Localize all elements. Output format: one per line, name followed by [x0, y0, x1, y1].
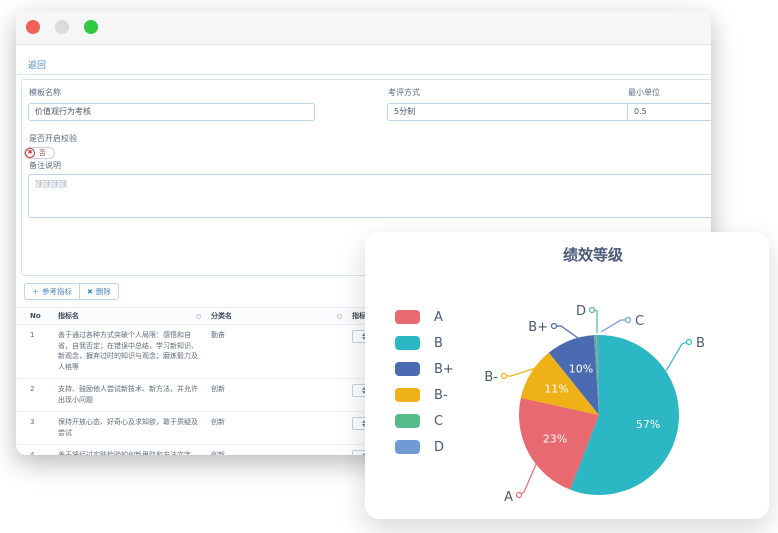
callout-label-D: D	[576, 304, 586, 319]
performance-chart-card: 绩效等级 ABB+B-CD 57%23%11%10%BCDB+B-A	[365, 232, 769, 519]
callout-label-C: C	[635, 314, 644, 329]
plus-icon: ＋	[32, 287, 39, 297]
callout-dot-B-	[502, 374, 507, 379]
row-no: 4	[17, 445, 58, 456]
pie-chart: 57% 23% 11%10% B C D B+ B- A	[365, 232, 769, 519]
callout-line-B+	[556, 326, 578, 338]
maximize-button[interactable]	[84, 20, 98, 34]
add-indicator-button[interactable]: ＋ 参考指标	[24, 283, 80, 300]
template-name-label: 模板名称	[29, 87, 61, 98]
col-header-name[interactable]: 指标名	[58, 308, 211, 325]
add-indicator-label: 参考指标	[42, 286, 72, 297]
min-unit-label: 最小单位	[628, 87, 660, 98]
back-link[interactable]: 返回	[28, 58, 46, 71]
eval-method-label: 考评方式	[388, 87, 420, 98]
row-category: 勤奋	[211, 325, 352, 379]
row-indicator-name: 善于通过各种方式突破个人局限：感悟和自省，自我否定；在错误中总结，学习新知识、新…	[58, 325, 211, 379]
delete-x-icon: ✖	[87, 288, 93, 296]
template-name-input[interactable]: 价值观行为考核	[28, 103, 315, 121]
toggle-state-label: 否	[39, 148, 46, 158]
remark-textarea[interactable]: 顶顶顶顶	[28, 174, 711, 218]
delete-button[interactable]: ✖ 删除	[80, 283, 119, 300]
screenshot-stage: 返回 模板名称 价值观行为考核 考评方式 5分制 最小单位 0.5 是否开启校验…	[0, 0, 778, 533]
row-no: 3	[17, 412, 58, 445]
window-titlebar	[16, 11, 711, 45]
row-no: 2	[17, 379, 58, 412]
callout-line-B	[666, 342, 687, 371]
row-no: 1	[17, 325, 58, 379]
row-category: 创新	[211, 412, 352, 445]
callout-dot-A	[517, 493, 522, 498]
col-header-no: No	[17, 308, 58, 325]
remark-label: 备注说明	[29, 160, 61, 171]
callout-line-D	[595, 310, 597, 333]
close-button[interactable]	[26, 20, 40, 34]
callout-dot-B	[687, 340, 692, 345]
toggle-x-icon: ✖	[25, 148, 35, 158]
callout-line-C	[601, 320, 626, 332]
pie-percent-label: 23%	[543, 433, 567, 446]
row-indicator-name: 善于将经过实践检验的创新思路和方法文字化、制度化，纳入日常工作流程	[58, 445, 211, 456]
pie-percent-label: 11%	[544, 383, 568, 396]
callout-dot-D	[590, 308, 595, 313]
row-indicator-name: 支持、鼓励他人尝试新技术、新方法，并允许出现小问题	[58, 379, 211, 412]
row-indicator-name: 保持开放心态、好奇心及求知欲，敢于质疑及尝试	[58, 412, 211, 445]
validation-toggle[interactable]: ✖ 否	[24, 147, 55, 159]
callout-dot-C	[626, 318, 631, 323]
minimize-button[interactable]	[55, 20, 69, 34]
col-header-category[interactable]: 分类名	[211, 308, 352, 325]
min-unit-input[interactable]: 0.5	[627, 103, 711, 121]
eval-method-value: 5分制	[394, 104, 415, 120]
row-category: 创新	[211, 445, 352, 456]
delete-label: 删除	[96, 286, 111, 297]
pie-percent-label: 57%	[636, 418, 660, 431]
sort-icon[interactable]	[196, 314, 201, 319]
callout-line-A	[521, 462, 537, 494]
header-divider	[16, 74, 711, 75]
callout-label-B+: B+	[528, 320, 548, 335]
callout-label-B-: B-	[484, 370, 498, 385]
validation-toggle-label: 是否开启校验	[29, 133, 77, 144]
table-toolbar: ＋ 参考指标 ✖ 删除	[24, 283, 119, 300]
callout-label-A: A	[504, 490, 513, 505]
pie-percent-label: 10%	[569, 362, 593, 375]
callout-dot-B+	[552, 324, 557, 329]
sort-icon[interactable]	[337, 314, 342, 319]
callout-label-B: B	[696, 336, 705, 351]
row-category: 创新	[211, 379, 352, 412]
